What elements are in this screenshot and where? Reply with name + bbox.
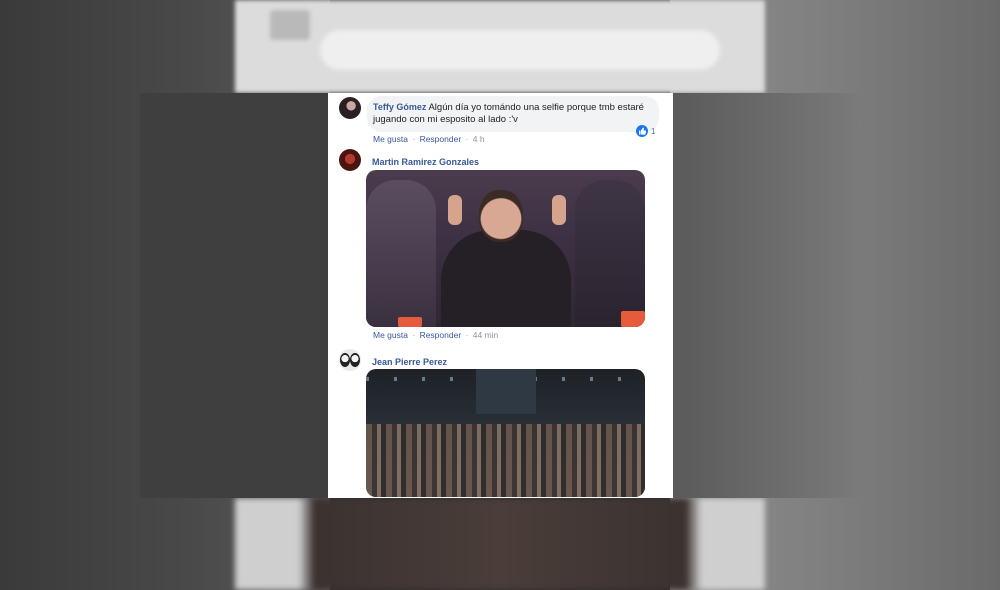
separator: ·: [412, 330, 416, 340]
gif-man-body: [441, 230, 571, 327]
like-link[interactable]: Me gusta: [373, 330, 408, 340]
gif-man-face: [479, 190, 523, 242]
timestamp[interactable]: 44 min: [473, 330, 499, 340]
gif-thumb-left: [448, 195, 462, 225]
reply-link[interactable]: Responder: [420, 134, 462, 144]
avatar[interactable]: [339, 149, 361, 171]
separator: ·: [465, 330, 469, 340]
backdrop-center-dim-right: [673, 93, 860, 498]
reaction-summary[interactable]: 1: [636, 125, 655, 137]
like-link[interactable]: Me gusta: [373, 134, 408, 144]
avatar-face-left: [340, 353, 350, 367]
gif-thumbs-up-image[interactable]: [366, 170, 645, 327]
comment-actions: Me gusta · Responder · 44 min: [373, 330, 500, 340]
comment-author[interactable]: Martin Ramirez Gonzales: [372, 157, 479, 167]
backdrop-input: [320, 30, 720, 70]
gif-crowd: [366, 424, 645, 497]
separator: ·: [412, 134, 416, 144]
gif-cup-right: [621, 311, 645, 327]
comment-author[interactable]: Jean Pierre Perez: [372, 357, 447, 367]
avatar-face-right: [350, 353, 360, 367]
backdrop-avatar: [270, 10, 310, 40]
gif-audience-image[interactable]: [366, 369, 645, 497]
gif-cup-left: [398, 317, 422, 327]
gif-bg-person-left: [366, 180, 436, 327]
comments-panel: Teffy Gómez Algún día yo tomándo una sel…: [328, 93, 673, 498]
gif-stage: [476, 369, 536, 414]
avatar[interactable]: [339, 97, 361, 119]
thumbs-up-reaction-icon: [636, 125, 648, 137]
reply-link[interactable]: Responder: [420, 330, 462, 340]
reaction-count: 1: [651, 126, 656, 136]
backdrop-bottom: [235, 498, 765, 590]
separator: ·: [465, 134, 469, 144]
avatar[interactable]: [339, 349, 361, 371]
gif-bg-person-right: [575, 180, 645, 327]
comment-author[interactable]: Teffy Gómez: [373, 102, 426, 112]
comment-bubble: Teffy Gómez Algún día yo tomándo una sel…: [367, 96, 659, 132]
timestamp[interactable]: 4 h: [473, 134, 485, 144]
backdrop-top: [235, 0, 765, 93]
comment-actions: Me gusta · Responder · 4 h: [373, 134, 487, 144]
gif-thumb-right: [552, 195, 566, 225]
